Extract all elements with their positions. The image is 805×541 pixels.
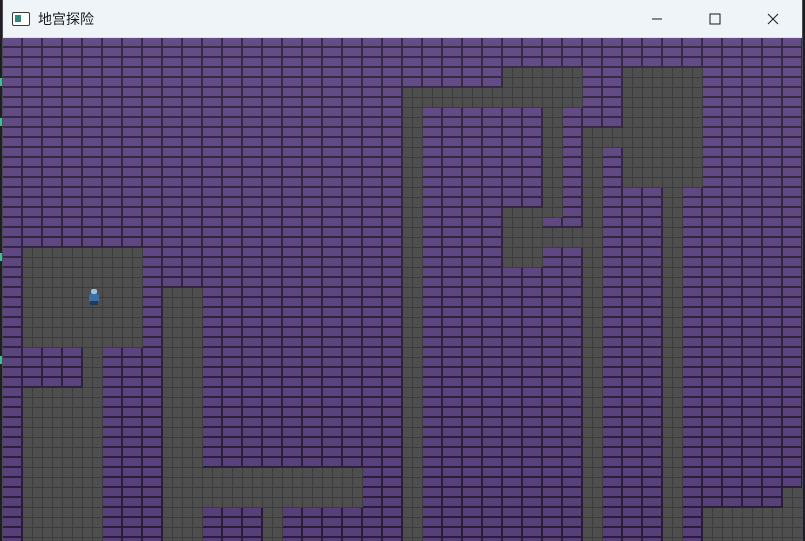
floor-corridor <box>543 228 583 248</box>
floor-room-top <box>503 68 583 108</box>
floor-corridor <box>543 108 563 218</box>
floor-corridor <box>83 348 103 541</box>
floor-corridor <box>663 188 683 541</box>
edge-mark <box>0 253 2 261</box>
maximize-icon <box>709 13 721 24</box>
game-window: 地宫探险 <box>2 0 803 541</box>
app-window-icon <box>12 11 30 26</box>
title-bar[interactable]: 地宫探险 <box>3 0 802 38</box>
maximize-button[interactable] <box>686 0 744 37</box>
floor-corridor <box>403 88 423 541</box>
close-button[interactable] <box>744 0 802 37</box>
floor-room-top-right <box>623 68 703 188</box>
floor-corridor <box>203 468 363 508</box>
minimize-button[interactable] <box>628 0 686 37</box>
left-edge-marks <box>0 38 2 541</box>
floor-room-small <box>503 208 543 268</box>
edge-mark <box>0 356 2 364</box>
floor-corridor <box>603 128 623 148</box>
window-title: 地宫探险 <box>38 10 94 27</box>
edge-mark <box>0 78 2 86</box>
floor-corridor <box>783 488 802 508</box>
minimize-icon <box>652 18 662 19</box>
floor-room-left <box>23 248 143 348</box>
floor-corridor <box>23 388 83 541</box>
floor-corridor <box>263 508 283 541</box>
player-sprite <box>88 289 100 305</box>
floor-corridor <box>583 128 603 541</box>
window-controls <box>628 0 802 37</box>
player-legs <box>90 301 98 305</box>
floor-corridor <box>163 288 203 541</box>
floor-room-bottom-right <box>703 508 802 541</box>
close-icon <box>767 13 779 24</box>
floor-corridor <box>423 88 503 108</box>
dungeon-map[interactable] <box>3 38 802 541</box>
edge-mark <box>0 118 2 126</box>
